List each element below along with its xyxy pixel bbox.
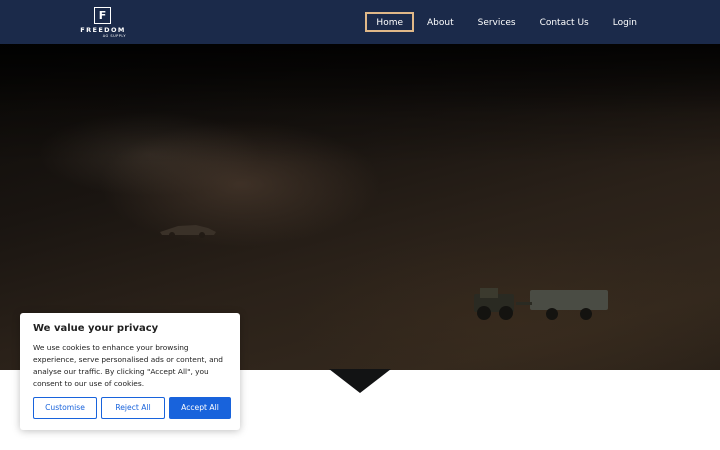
nav-about[interactable]: About bbox=[416, 12, 465, 32]
cookie-description: We use cookies to enhance your browsing … bbox=[33, 343, 224, 388]
customise-button[interactable]: Customise bbox=[33, 397, 97, 419]
nav-login[interactable]: Login bbox=[602, 12, 648, 32]
hero-overlay bbox=[0, 44, 720, 164]
brand-logo[interactable]: F FREEDOM AG SUPPLY bbox=[80, 6, 126, 38]
tractor-silhouette bbox=[474, 288, 608, 320]
logo-letter: F bbox=[94, 7, 111, 24]
page: F FREEDOM AG SUPPLY Home About Services … bbox=[0, 0, 720, 450]
site-header: F FREEDOM AG SUPPLY Home About Services … bbox=[0, 0, 720, 44]
logo-name: FREEDOM bbox=[80, 26, 126, 34]
cookie-title: We value your privacy bbox=[33, 323, 159, 334]
reject-all-button[interactable]: Reject All bbox=[101, 397, 165, 419]
nav-services[interactable]: Services bbox=[467, 12, 527, 32]
harvester-silhouette bbox=[160, 225, 216, 238]
logo-tagline: AG SUPPLY bbox=[102, 34, 126, 38]
cookie-consent-banner: We value your privacy We use cookies to … bbox=[20, 313, 240, 430]
nav-contact-us[interactable]: Contact Us bbox=[529, 12, 600, 32]
accept-all-button[interactable]: Accept All bbox=[169, 397, 231, 419]
cookie-buttons: Customise Reject All Accept All bbox=[33, 397, 231, 419]
main-nav: Home About Services Contact Us Login bbox=[363, 12, 648, 32]
scroll-down-arrow[interactable] bbox=[329, 369, 391, 393]
nav-home[interactable]: Home bbox=[365, 12, 414, 32]
